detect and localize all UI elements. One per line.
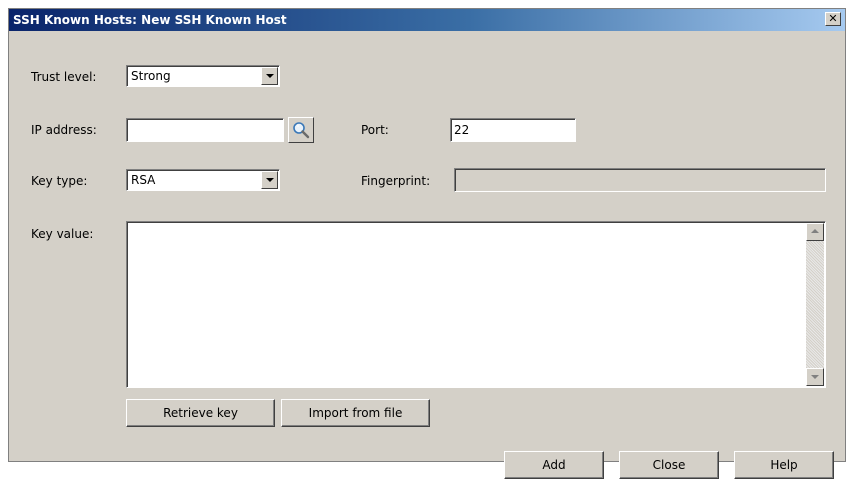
ip-address-label: IP address:: [31, 123, 97, 137]
import-from-file-button[interactable]: Import from file: [281, 399, 430, 427]
scroll-down-arrow-icon[interactable]: [806, 368, 824, 386]
close-button[interactable]: Close: [619, 451, 719, 479]
key-value-textarea[interactable]: [126, 221, 826, 388]
port-value: 22: [454, 123, 470, 137]
key-type-select[interactable]: RSA: [126, 169, 280, 191]
ip-address-input[interactable]: [126, 118, 284, 142]
magnifier-icon: [293, 122, 310, 139]
key-type-value: RSA: [131, 173, 156, 187]
trust-level-select[interactable]: Strong: [126, 65, 280, 87]
trust-level-label: Trust level:: [31, 70, 97, 84]
key-value-label: Key value:: [31, 227, 94, 241]
title-bar[interactable]: SSH Known Hosts: New SSH Known Host ✕: [9, 9, 845, 31]
port-input[interactable]: 22: [450, 118, 576, 142]
scroll-up-arrow-icon[interactable]: [806, 223, 824, 241]
vertical-scrollbar[interactable]: [806, 223, 824, 386]
close-window-button[interactable]: ✕: [825, 12, 841, 26]
window-title: SSH Known Hosts: New SSH Known Host: [13, 13, 287, 27]
ssh-known-host-dialog: SSH Known Hosts: New SSH Known Host ✕ Tr…: [8, 8, 846, 479]
retrieve-key-button[interactable]: Retrieve key: [126, 399, 275, 427]
key-type-label: Key type:: [31, 174, 88, 188]
add-button[interactable]: Add: [504, 451, 604, 479]
ip-lookup-button[interactable]: [288, 117, 314, 143]
port-label: Port:: [361, 123, 389, 137]
chevron-down-icon[interactable]: [261, 171, 278, 189]
chevron-down-icon[interactable]: [261, 67, 278, 85]
close-icon: ✕: [828, 12, 838, 25]
fingerprint-field: [454, 168, 826, 192]
trust-level-value: Strong: [131, 69, 171, 83]
help-button[interactable]: Help: [734, 451, 834, 479]
fingerprint-label: Fingerprint:: [361, 174, 431, 188]
